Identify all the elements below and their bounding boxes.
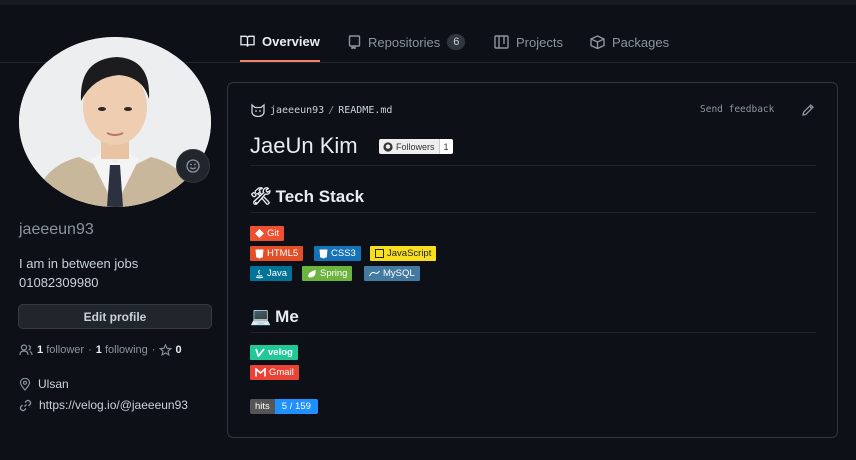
followers-badge-left: Followers	[379, 139, 439, 154]
followers-label: follower	[46, 344, 85, 356]
bio-line-1: I am in between jobs	[19, 256, 139, 271]
project-board-icon	[494, 35, 509, 49]
avatar-photo	[19, 37, 211, 207]
following-link[interactable]: 1 following	[96, 344, 148, 356]
badge-mysql-label: MySQL	[383, 268, 415, 279]
divider	[250, 332, 816, 333]
badge-velog-label: velog	[268, 347, 293, 358]
location-pin-icon	[19, 377, 31, 391]
location-text: Ulsan	[38, 377, 69, 391]
badge-java: Java	[250, 266, 293, 281]
me-heading-text: Me	[275, 307, 299, 326]
following-label: following	[104, 344, 148, 356]
profile-username: jaeeeun93	[19, 221, 94, 238]
badge-javascript-label: JavaScript	[387, 248, 432, 259]
gmail-icon	[255, 368, 266, 377]
velog-icon	[255, 348, 265, 357]
edit-readme-button[interactable]	[801, 103, 815, 122]
tech-stack-heading: 🛠 Tech Stack	[250, 187, 364, 207]
set-status-button[interactable]	[176, 149, 210, 183]
profile-avatar[interactable]	[19, 37, 211, 207]
people-icon	[19, 344, 33, 356]
followers-badge-label: Followers	[396, 141, 435, 152]
repositories-count-badge: 6	[447, 34, 466, 50]
javascript-icon	[375, 249, 384, 258]
badge-gmail-label: Gmail	[269, 367, 294, 378]
badge-html5: HTML5	[250, 246, 304, 261]
tab-repositories[interactable]: Repositories 6	[348, 22, 466, 62]
laptop-icon: 💻	[250, 307, 272, 326]
followers-badge[interactable]: Followers 1	[379, 139, 453, 154]
dot-separator: ·	[88, 344, 92, 356]
badge-spring-label: Spring	[320, 268, 348, 279]
dot-separator: ·	[151, 344, 156, 356]
badge-spring: Spring	[302, 266, 353, 281]
top-header-strip	[0, 0, 856, 5]
readme-file-link[interactable]: README.md	[338, 105, 392, 116]
html5-icon	[255, 249, 264, 258]
badge-git: Git	[250, 226, 285, 241]
hits-counter-badge: hits 5 / 159	[250, 399, 318, 414]
followers-badge-value: 1	[438, 139, 453, 154]
tools-icon: 🛠	[250, 187, 272, 206]
badge-java-label: Java	[267, 268, 288, 279]
css3-icon	[319, 249, 328, 258]
hits-value: 5 / 159	[274, 399, 318, 414]
badge-html5-label: HTML5	[267, 248, 299, 259]
badge-javascript: JavaScript	[370, 246, 437, 261]
readme-owner-link[interactable]: jaeeeun93	[270, 105, 324, 116]
tab-projects-label: Projects	[516, 34, 563, 50]
send-feedback-link[interactable]: Send feedback	[700, 104, 774, 115]
tab-packages[interactable]: Packages	[590, 22, 669, 62]
pencil-icon	[802, 104, 814, 116]
following-count: 1	[95, 344, 102, 356]
java-icon	[255, 269, 264, 278]
spring-icon	[308, 269, 316, 277]
badge-css3-label: CSS3	[331, 248, 356, 259]
stars-link[interactable]: 0	[159, 344, 182, 356]
book-icon	[240, 35, 255, 47]
link-icon	[19, 399, 32, 411]
cat-smiley-icon	[251, 103, 265, 117]
tab-repositories-label: Repositories	[368, 34, 441, 50]
mysql-icon	[369, 270, 380, 277]
repo-icon	[348, 35, 361, 49]
tab-projects[interactable]: Projects	[494, 22, 563, 62]
follow-stats: 1 follower · 1 following · 0	[19, 344, 182, 356]
tab-overview-label: Overview	[262, 33, 320, 49]
stars-count: 0	[175, 344, 182, 356]
badge-css3: CSS3	[314, 246, 361, 261]
profile-bio: I am in between jobs 01082309980	[19, 254, 138, 292]
tab-overview[interactable]: Overview	[240, 22, 320, 62]
readme-title: JaeUn Kim	[250, 133, 358, 158]
me-heading: 💻 Me	[250, 307, 299, 327]
followers-count: 1	[37, 344, 44, 356]
github-logo-icon	[383, 141, 393, 152]
divider	[250, 165, 816, 166]
website-link[interactable]: https://velog.io/@jaeeeun93	[39, 398, 188, 412]
badge-velog[interactable]: velog	[250, 345, 298, 360]
profile-location: Ulsan	[19, 377, 69, 391]
badge-gmail[interactable]: Gmail	[250, 365, 299, 380]
star-icon	[159, 344, 173, 356]
edit-profile-button[interactable]: Edit profile	[18, 304, 212, 329]
badge-mysql: MySQL	[364, 266, 420, 281]
path-separator: /	[328, 104, 335, 116]
tech-stack-heading-text: Tech Stack	[275, 187, 365, 206]
bio-line-2: 01082309980	[19, 275, 99, 290]
git-icon	[255, 229, 264, 238]
profile-website[interactable]: https://velog.io/@jaeeeun93	[19, 398, 188, 412]
readme-card: jaeeeun93 / README.md Send feedback JaeU…	[227, 82, 838, 438]
divider	[250, 212, 816, 213]
badge-git-label: Git	[267, 228, 280, 239]
smiley-icon	[186, 159, 200, 173]
tab-packages-label: Packages	[612, 34, 670, 50]
readme-breadcrumb: jaeeeun93 / README.md	[250, 103, 392, 117]
followers-link[interactable]: 1 follower	[37, 344, 84, 356]
hits-label: hits	[250, 399, 275, 414]
package-icon	[590, 35, 605, 49]
